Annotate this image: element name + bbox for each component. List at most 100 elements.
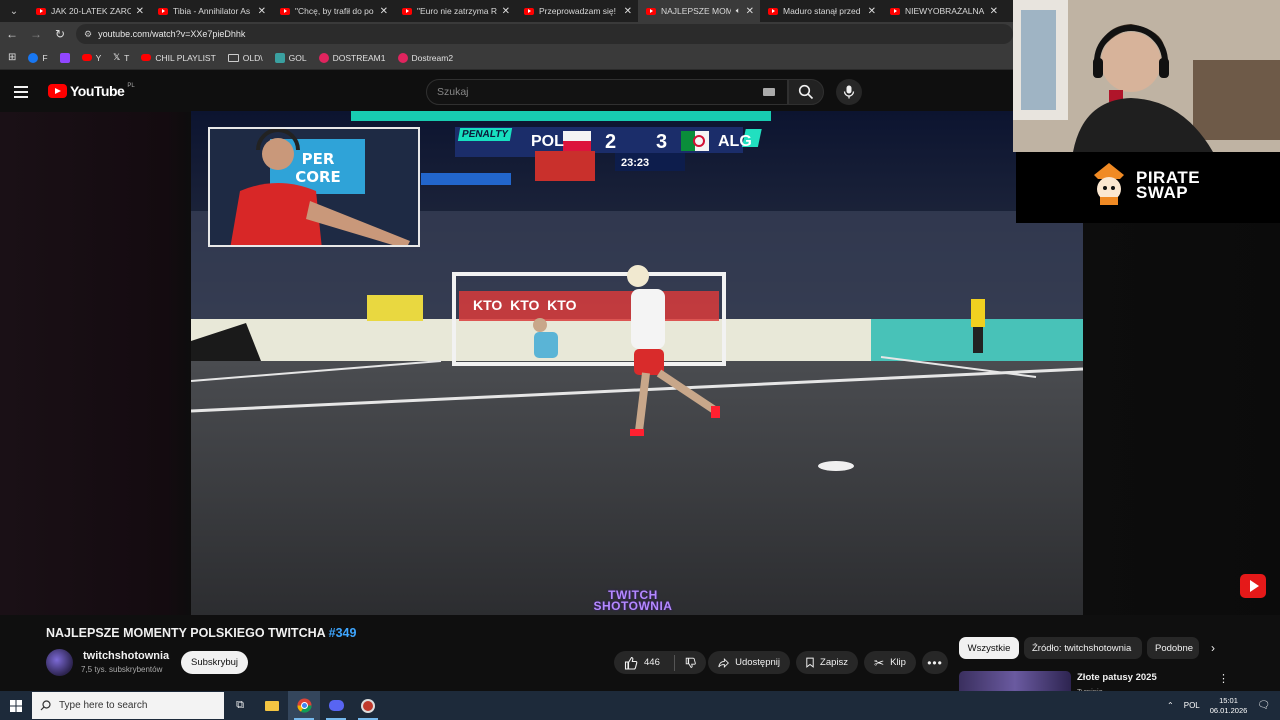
chevron-right-icon[interactable]: › xyxy=(1203,638,1223,658)
windows-start-icon[interactable] xyxy=(0,691,32,720)
bookmark-facebook[interactable]: F xyxy=(28,52,48,63)
dostream-icon xyxy=(397,52,408,63)
chip-all[interactable]: Wszystkie xyxy=(959,637,1019,659)
youtube-icon xyxy=(141,54,152,61)
bookmark-gol[interactable]: GOL xyxy=(274,52,307,63)
tab-close-icon[interactable]: ✕ xyxy=(136,6,144,17)
bookmark-chil-playlist[interactable]: CHIL PLAYLIST xyxy=(141,52,216,63)
tab-title: Tibia - Annihilator As xyxy=(173,6,251,16)
bookmark-label: OLD\ xyxy=(242,52,263,63)
youtube-favicon-icon xyxy=(158,7,168,15)
tab-close-icon[interactable]: ✕ xyxy=(868,6,876,17)
taskbar-clock[interactable]: 15:01 06.01.2026 xyxy=(1210,696,1248,716)
speaker-icon[interactable]: 🔈︎ xyxy=(736,6,741,16)
browser-tab[interactable]: Maduro stanął przed ✕ xyxy=(760,0,882,22)
task-view-icon[interactable]: ⧉ xyxy=(224,691,256,720)
tab-close-icon[interactable]: ✕ xyxy=(380,6,388,17)
recommendation-thumbnail[interactable] xyxy=(959,671,1071,691)
streamer-webcam xyxy=(1013,0,1280,152)
discord-icon[interactable] xyxy=(320,691,352,720)
bookmark-x[interactable]: 𝕏T xyxy=(113,52,129,63)
keyboard-icon[interactable] xyxy=(763,88,775,96)
video-title: NAJLEPSZE MOMENTY POLSKIEGO TWITCHA #349 xyxy=(46,626,356,640)
input-language[interactable]: POL xyxy=(1184,701,1200,710)
recommendation-more-icon[interactable]: ⋮ xyxy=(1218,672,1229,685)
tab-title: NAJLEPSZE MOM xyxy=(661,6,731,16)
windows-taskbar: Type here to search ⧉ ⌃ POL 15:01 06.01.… xyxy=(0,691,1280,720)
browser-tab[interactable]: Tibia - Annihilator As ✕ xyxy=(150,0,272,22)
subscribe-button[interactable]: Subskrybuj xyxy=(181,651,248,674)
back-arrow-icon[interactable]: ← xyxy=(0,22,24,46)
svg-text:PER: PER xyxy=(302,150,335,168)
tab-title: Przeprowadzam się! I xyxy=(539,6,619,16)
bookmark-icon xyxy=(806,657,814,668)
chip-similar[interactable]: Podobne xyxy=(1147,637,1199,659)
share-button[interactable]: Udostępnij xyxy=(708,651,790,674)
youtube-favicon-icon xyxy=(36,7,46,15)
video-hashtag[interactable]: #349 xyxy=(329,626,357,640)
like-count: 446 xyxy=(644,657,660,668)
file-explorer-icon[interactable] xyxy=(256,691,288,720)
channel-watermark: TWITCH SHOTOWNIA xyxy=(583,589,683,612)
channel-avatar[interactable] xyxy=(46,649,73,676)
youtube-favicon-icon xyxy=(280,7,290,15)
browser-tab[interactable]: Przeprowadzam się! I ✕ xyxy=(516,0,638,22)
bookmark-dostream2[interactable]: Dostream2 xyxy=(397,52,453,63)
more-actions-button[interactable]: ••• xyxy=(922,651,948,674)
tab-close-icon[interactable]: ✕ xyxy=(746,6,754,17)
browser-tab[interactable]: "Euro nie zatrzyma Ro ✕ xyxy=(394,0,516,22)
voice-search-button[interactable] xyxy=(836,79,862,105)
clip-button[interactable]: ✂ Klip xyxy=(864,651,916,674)
tab-close-icon[interactable]: ✕ xyxy=(624,6,632,17)
address-bar[interactable]: ⚙ youtube.com/watch?v=XXe7pieDhhk xyxy=(76,24,1013,44)
site-info-icon[interactable]: ⚙ xyxy=(84,29,92,40)
tab-close-icon[interactable]: ✕ xyxy=(502,6,510,17)
thumbs-down-icon[interactable] xyxy=(685,656,696,670)
bookmark-youtube[interactable]: Y xyxy=(81,53,101,63)
search-placeholder: Szukaj xyxy=(437,86,469,98)
taskbar-search-input[interactable]: Type here to search xyxy=(32,692,224,719)
commentator-camera: PER CORE xyxy=(208,127,420,247)
browser-tab[interactable]: NIEWYOBRAŻALNA S ✕ xyxy=(882,0,1004,22)
search-input[interactable]: Szukaj xyxy=(426,79,788,105)
gol-icon xyxy=(274,52,285,63)
youtube-play-icon xyxy=(48,84,67,98)
like-divider xyxy=(673,654,675,671)
video-player[interactable]: PER CORE PENALTY POL 2 3 ALG 23:23 KTO K… xyxy=(191,111,1083,615)
facebook-icon xyxy=(28,52,39,63)
browser-tab[interactable]: JAK 20-LATEK ZAROB ✕ xyxy=(28,0,150,22)
save-button[interactable]: Zapisz xyxy=(796,651,858,674)
tab-close-icon[interactable]: ✕ xyxy=(258,6,266,17)
bookmark-label: F xyxy=(42,52,48,63)
youtube-favicon-icon xyxy=(524,7,534,15)
reload-icon[interactable]: ↻ xyxy=(48,22,72,46)
forward-arrow-icon[interactable]: → xyxy=(24,22,48,46)
bookmark-twitch[interactable] xyxy=(59,52,70,63)
bookmark-dostream1[interactable]: DOSTREAM1 xyxy=(318,52,386,63)
bookmark-folder-old[interactable]: OLD\ xyxy=(227,52,263,63)
scissors-icon: ✂ xyxy=(874,655,885,670)
search-button[interactable] xyxy=(788,79,824,105)
browser-tab-active[interactable]: NAJLEPSZE MOM 🔈︎ ✕ xyxy=(638,0,760,22)
tab-close-icon[interactable]: ✕ xyxy=(990,6,998,17)
like-button[interactable]: 446 xyxy=(624,656,660,670)
bookmark-label: CHIL PLAYLIST xyxy=(155,52,216,63)
youtube-logo[interactable]: YouTube PL xyxy=(48,83,135,99)
tab-title: "Euro nie zatrzyma Ro xyxy=(417,6,497,16)
browser-tab-strip: ⌄ JAK 20-LATEK ZAROB ✕ Tibia - Annihilat… xyxy=(0,0,1013,22)
browser-toolbar: ← → ↻ ⚙ youtube.com/watch?v=XXe7pieDhhk xyxy=(0,22,1013,46)
tray-expand-icon[interactable]: ⌃ xyxy=(1167,701,1174,710)
obs-icon[interactable] xyxy=(352,691,384,720)
penalty-tag: PENALTY xyxy=(457,128,513,141)
recommendation-title[interactable]: Złote patusy 2025 xyxy=(1077,672,1157,683)
chip-source[interactable]: Źródło: twitchshotownia xyxy=(1024,637,1142,659)
chrome-icon[interactable] xyxy=(288,691,320,720)
notifications-icon[interactable]: 🗨︎ xyxy=(1257,700,1270,711)
clip-label: Klip xyxy=(890,657,906,668)
sponsor-logo-text: PIRATE SWAP xyxy=(1136,169,1200,201)
channel-name[interactable]: twitchshotownia xyxy=(83,650,169,662)
apps-grid-icon[interactable]: ⊞ xyxy=(8,52,16,63)
hamburger-menu-icon[interactable] xyxy=(14,82,34,102)
browser-tab[interactable]: "Chcę, by trafił do po ✕ xyxy=(272,0,394,22)
tab-search-chevron-icon[interactable]: ⌄ xyxy=(0,0,28,22)
